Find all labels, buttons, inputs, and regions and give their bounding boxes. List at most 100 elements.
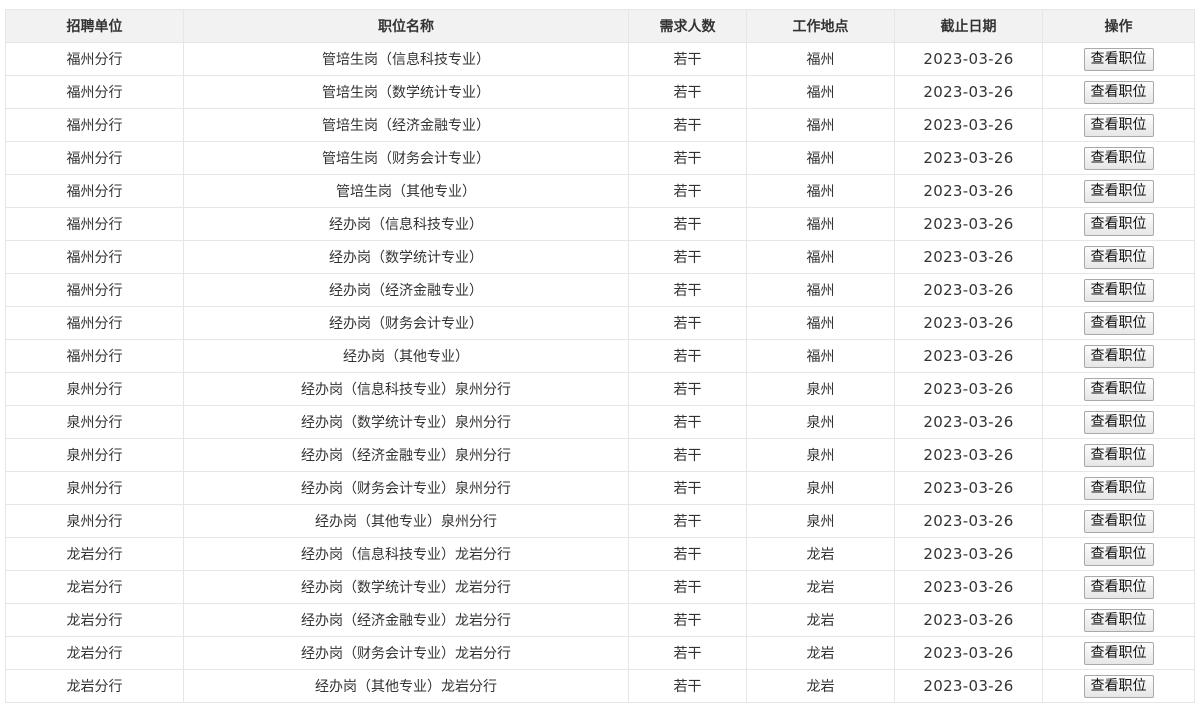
location-cell: 福州 — [746, 174, 895, 208]
unit-cell: 泉州分行 — [5, 372, 184, 406]
position-cell: 管培生岗（数学统计专业） — [183, 75, 629, 109]
unit-cell: 龙岩分行 — [5, 669, 184, 703]
location-cell: 福州 — [746, 273, 895, 307]
table-row: 福州分行 经办岗（其他专业） 若干 福州 2023-03-26 查看职位 — [5, 339, 1195, 373]
location-cell: 福州 — [746, 207, 895, 241]
position-cell: 经办岗（信息科技专业） — [183, 207, 629, 241]
view-position-button[interactable]: 查看职位 — [1083, 212, 1154, 236]
location-cell: 福州 — [746, 306, 895, 340]
location-cell: 福州 — [746, 141, 895, 175]
deadline-cell: 2023-03-26 — [894, 636, 1043, 670]
count-cell: 若干 — [628, 537, 747, 571]
deadline-cell: 2023-03-26 — [894, 42, 1043, 76]
location-cell: 龙岩 — [746, 570, 895, 604]
location-cell: 福州 — [746, 339, 895, 373]
view-position-button[interactable]: 查看职位 — [1083, 476, 1154, 500]
unit-cell: 福州分行 — [5, 75, 184, 109]
view-position-button[interactable]: 查看职位 — [1083, 509, 1154, 533]
view-position-button[interactable]: 查看职位 — [1083, 146, 1154, 170]
count-cell: 若干 — [628, 570, 747, 604]
header-unit: 招聘单位 — [5, 9, 184, 43]
table-row: 泉州分行 经办岗（信息科技专业）泉州分行 若干 泉州 2023-03-26 查看职位 — [5, 372, 1195, 406]
unit-cell: 福州分行 — [5, 339, 184, 373]
deadline-cell: 2023-03-26 — [894, 273, 1043, 307]
unit-cell: 龙岩分行 — [5, 603, 184, 637]
position-cell: 经办岗（数学统计专业） — [183, 240, 629, 274]
location-cell: 龙岩 — [746, 537, 895, 571]
position-cell: 管培生岗（财务会计专业） — [183, 141, 629, 175]
deadline-cell: 2023-03-26 — [894, 372, 1043, 406]
view-position-button[interactable]: 查看职位 — [1083, 311, 1154, 335]
action-cell: 查看职位 — [1042, 570, 1195, 604]
action-cell: 查看职位 — [1042, 108, 1195, 142]
view-position-button[interactable]: 查看职位 — [1083, 575, 1154, 599]
action-cell: 查看职位 — [1042, 603, 1195, 637]
count-cell: 若干 — [628, 141, 747, 175]
view-position-button[interactable]: 查看职位 — [1083, 542, 1154, 566]
position-cell: 管培生岗（其他专业） — [183, 174, 629, 208]
action-cell: 查看职位 — [1042, 75, 1195, 109]
view-position-button[interactable]: 查看职位 — [1083, 608, 1154, 632]
count-cell: 若干 — [628, 603, 747, 637]
view-position-button[interactable]: 查看职位 — [1083, 377, 1154, 401]
position-cell: 经办岗（经济金融专业）龙岩分行 — [183, 603, 629, 637]
action-cell: 查看职位 — [1042, 471, 1195, 505]
table-row: 龙岩分行 经办岗（其他专业）龙岩分行 若干 龙岩 2023-03-26 查看职位 — [5, 669, 1195, 703]
view-position-button[interactable]: 查看职位 — [1083, 641, 1154, 665]
view-position-button[interactable]: 查看职位 — [1083, 245, 1154, 269]
table-row: 福州分行 管培生岗（数学统计专业） 若干 福州 2023-03-26 查看职位 — [5, 75, 1195, 109]
view-position-button[interactable]: 查看职位 — [1083, 80, 1154, 104]
unit-cell: 龙岩分行 — [5, 570, 184, 604]
header-action: 操作 — [1042, 9, 1195, 43]
view-position-button[interactable]: 查看职位 — [1083, 443, 1154, 467]
table-row: 龙岩分行 经办岗（经济金融专业）龙岩分行 若干 龙岩 2023-03-26 查看职位 — [5, 603, 1195, 637]
unit-cell: 福州分行 — [5, 207, 184, 241]
action-cell: 查看职位 — [1042, 141, 1195, 175]
deadline-cell: 2023-03-26 — [894, 240, 1043, 274]
table-row: 泉州分行 经办岗（财务会计专业）泉州分行 若干 泉州 2023-03-26 查看职位 — [5, 471, 1195, 505]
action-cell: 查看职位 — [1042, 273, 1195, 307]
action-cell: 查看职位 — [1042, 669, 1195, 703]
view-position-button[interactable]: 查看职位 — [1083, 179, 1154, 203]
deadline-cell: 2023-03-26 — [894, 537, 1043, 571]
table-row: 龙岩分行 经办岗（信息科技专业）龙岩分行 若干 龙岩 2023-03-26 查看职位 — [5, 537, 1195, 571]
view-position-button[interactable]: 查看职位 — [1083, 278, 1154, 302]
view-position-button[interactable]: 查看职位 — [1083, 113, 1154, 137]
count-cell: 若干 — [628, 75, 747, 109]
table-row: 福州分行 管培生岗（信息科技专业） 若干 福州 2023-03-26 查看职位 — [5, 42, 1195, 76]
unit-cell: 泉州分行 — [5, 471, 184, 505]
deadline-cell: 2023-03-26 — [894, 603, 1043, 637]
position-cell: 经办岗（财务会计专业） — [183, 306, 629, 340]
unit-cell: 福州分行 — [5, 174, 184, 208]
header-position: 职位名称 — [183, 9, 629, 43]
table-row: 福州分行 经办岗（信息科技专业） 若干 福州 2023-03-26 查看职位 — [5, 207, 1195, 241]
unit-cell: 福州分行 — [5, 273, 184, 307]
view-position-button[interactable]: 查看职位 — [1083, 674, 1154, 698]
action-cell: 查看职位 — [1042, 174, 1195, 208]
count-cell: 若干 — [628, 669, 747, 703]
position-cell: 经办岗（其他专业）泉州分行 — [183, 504, 629, 538]
action-cell: 查看职位 — [1042, 504, 1195, 538]
action-cell: 查看职位 — [1042, 372, 1195, 406]
deadline-cell: 2023-03-26 — [894, 405, 1043, 439]
view-position-button[interactable]: 查看职位 — [1083, 344, 1154, 368]
table-row: 龙岩分行 经办岗（数学统计专业）龙岩分行 若干 龙岩 2023-03-26 查看职位 — [5, 570, 1195, 604]
action-cell: 查看职位 — [1042, 240, 1195, 274]
position-cell: 经办岗（经济金融专业）泉州分行 — [183, 438, 629, 472]
location-cell: 龙岩 — [746, 636, 895, 670]
count-cell: 若干 — [628, 108, 747, 142]
view-position-button[interactable]: 查看职位 — [1083, 410, 1154, 434]
view-position-button[interactable]: 查看职位 — [1083, 47, 1154, 71]
action-cell: 查看职位 — [1042, 306, 1195, 340]
count-cell: 若干 — [628, 471, 747, 505]
unit-cell: 龙岩分行 — [5, 537, 184, 571]
count-cell: 若干 — [628, 405, 747, 439]
action-cell: 查看职位 — [1042, 537, 1195, 571]
header-deadline: 截止日期 — [894, 9, 1043, 43]
location-cell: 龙岩 — [746, 603, 895, 637]
table-row: 福州分行 经办岗（经济金融专业） 若干 福州 2023-03-26 查看职位 — [5, 273, 1195, 307]
location-cell: 福州 — [746, 108, 895, 142]
unit-cell: 福州分行 — [5, 42, 184, 76]
deadline-cell: 2023-03-26 — [894, 438, 1043, 472]
count-cell: 若干 — [628, 306, 747, 340]
